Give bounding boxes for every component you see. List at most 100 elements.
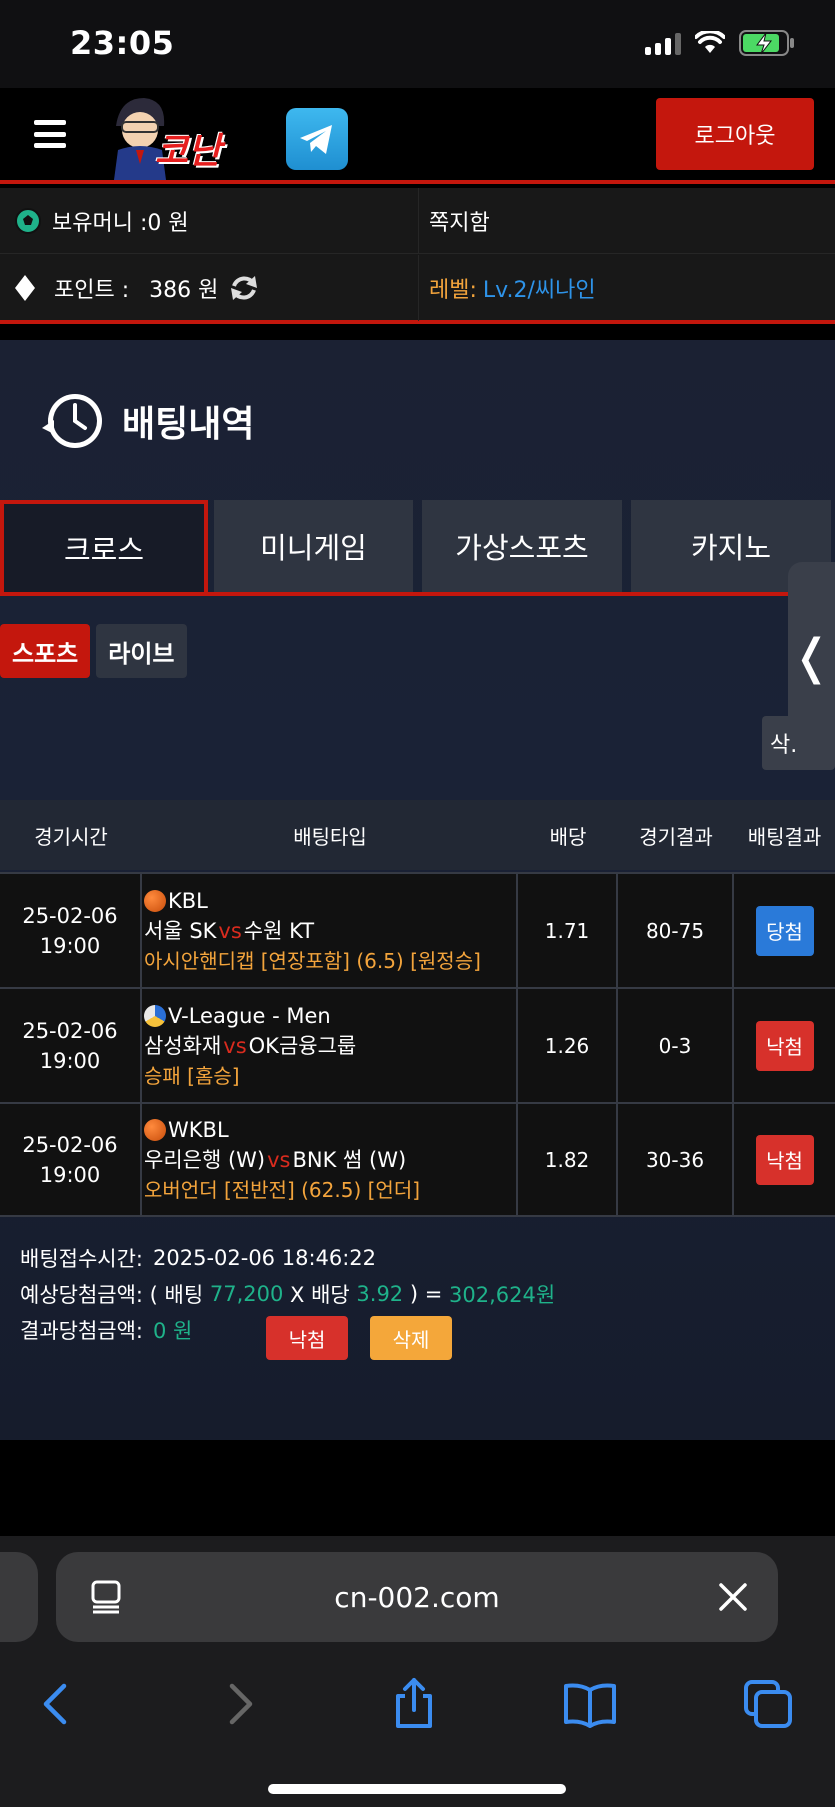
match-time: 19:00	[39, 1162, 101, 1187]
soccer-ball-icon	[15, 207, 41, 234]
table-row: 25-02-06 19:00 V-League - Men 삼성화재 vs OK금융…	[0, 987, 835, 1102]
close-icon[interactable]	[716, 1580, 750, 1614]
score-cell: 80-75	[618, 874, 734, 987]
page-header: 배팅내역	[42, 386, 254, 456]
column-header-odds: 배당	[549, 824, 587, 849]
vs-label: vs	[218, 918, 242, 943]
odds-label: X 배당	[283, 1283, 357, 1307]
logo-text: 코난	[155, 131, 222, 172]
level-cell: 레벨: Lv.2/씨나인	[418, 255, 835, 321]
bet-time-line: 배팅접수시간: 2025-02-06 18:46:22	[20, 1240, 820, 1276]
league-line: KBL	[144, 886, 208, 916]
info-row: 보유머니 :0 원 쪽지함	[0, 188, 835, 254]
forward-arrow-icon[interactable]	[210, 1676, 266, 1732]
expected-prefix: 예상당첨금액: ( 배팅	[20, 1283, 210, 1307]
result-badge-lose: 낙첨	[755, 1134, 814, 1185]
bet-time-label: 배팅접수시간:	[20, 1247, 143, 1271]
tab-virtual-sports[interactable]: 가상스포츠	[422, 500, 622, 592]
matchup-line: 삼성화재 vs OK금융그룹	[144, 1031, 356, 1061]
delete-selected-button[interactable]: 삭.	[762, 716, 835, 770]
result-amount-label: 결과당첨금액:	[20, 1319, 143, 1343]
table-header: 경기시간 배팅타입 배당 경기결과 배팅결과	[0, 800, 835, 870]
browser-nav-row	[0, 1658, 835, 1748]
address-bar[interactable]: cn-002.com	[56, 1552, 778, 1642]
total-odds: 3.92	[356, 1282, 404, 1306]
points-cell: 포인트 : 386 원	[0, 255, 418, 321]
tab-cross[interactable]: 크로스	[0, 500, 208, 592]
bet-detail: 오버언더 [전반전] (62.5) [언더]	[144, 1177, 421, 1202]
match-date: 25-02-06	[22, 1018, 118, 1043]
bet-detail: 아시안핸디캡 [연장포함] (6.5) [원정승]	[144, 948, 481, 973]
home-indicator	[268, 1784, 566, 1794]
vs-label: vs	[267, 1147, 291, 1172]
telegram-icon	[300, 125, 332, 154]
basketball-icon	[144, 889, 166, 912]
previous-tab-preview[interactable]	[0, 1552, 38, 1642]
score-cell: 30-36	[618, 1104, 734, 1215]
matchup-line: 우리은행 (W) vs BNK 썸 (W)	[144, 1145, 406, 1175]
score-cell: 0-3	[618, 989, 734, 1102]
league-name: V-League - Men	[168, 1003, 331, 1028]
volleyball-icon	[144, 1004, 166, 1027]
url-text: cn-002.com	[334, 1580, 500, 1614]
info-row: 포인트 : 386 원 레벨: Lv.2/씨나인	[0, 255, 835, 321]
wifi-icon	[695, 31, 725, 53]
telegram-button[interactable]	[286, 108, 348, 170]
page-title: 배팅내역	[122, 404, 255, 445]
message-label: 쪽지함	[429, 210, 490, 236]
result-amount: 0 원	[153, 1319, 193, 1343]
odds-cell: 1.82	[518, 1104, 618, 1215]
subtab-live[interactable]: 라이브	[96, 624, 187, 678]
logout-button[interactable]: 로그아웃	[656, 98, 814, 170]
bet-type-cell: WKBL 우리은행 (W) vs BNK 썸 (W) 오버언더 [전반전] (62.…	[142, 1104, 518, 1215]
user-info-panel: 보유머니 :0 원 쪽지함 포인트 : 386 원 레벨: Lv.2/씨나인	[0, 188, 835, 324]
points-value: 386 원	[149, 278, 219, 303]
away-team: BNK 썸 (W)	[292, 1147, 407, 1172]
column-header-score: 경기결과	[639, 824, 713, 849]
home-team: 서울 SK	[144, 918, 217, 943]
refresh-icon[interactable]	[228, 272, 260, 304]
league-name: KBL	[168, 888, 208, 913]
bet-detail: 승패 [홈승]	[144, 1063, 240, 1088]
diamond-icon	[15, 275, 35, 301]
level-value: Lv.2/씨나인	[482, 278, 596, 303]
result-badge-lose: 낙첨	[755, 1020, 814, 1071]
bet-time-value: 2025-02-06 18:46:22	[153, 1246, 377, 1270]
home-team: 우리은행 (W)	[144, 1147, 266, 1172]
share-icon[interactable]	[386, 1676, 442, 1732]
result-cell: 낙첨	[734, 1104, 835, 1215]
table-row: 25-02-06 19:00 WKBL 우리은행 (W) vs BNK 썸 (W) …	[0, 1102, 835, 1217]
lose-status-button[interactable]: 낙첨	[266, 1316, 348, 1360]
column-header-bet-type: 배팅타입	[293, 824, 367, 849]
message-box-link[interactable]: 쪽지함	[418, 188, 835, 253]
away-team: OK금융그룹	[248, 1033, 357, 1058]
bet-type-cell: KBL 서울 SK vs 수원 KT 아시안핸디캡 [연장포함] (6.5) [원정…	[142, 874, 518, 987]
money-cell: 보유머니 :0 원	[0, 188, 418, 253]
hamburger-menu-icon[interactable]	[34, 120, 66, 148]
bet-summary: 배팅접수시간: 2025-02-06 18:46:22 예상당첨금액: ( 배팅…	[20, 1240, 820, 1360]
expected-amount: 302,624원	[449, 1283, 556, 1307]
site-header: 코난 로그아웃	[0, 88, 835, 184]
delete-bet-button[interactable]: 삭제	[370, 1316, 452, 1360]
tabs-icon[interactable]	[740, 1676, 796, 1732]
bet-type-cell: V-League - Men 삼성화재 vs OK금융그룹 승패 [홈승]	[142, 989, 518, 1102]
league-name: WKBL	[168, 1117, 229, 1142]
match-date: 25-02-06	[22, 1132, 118, 1157]
league-line: V-League - Men	[144, 1001, 331, 1031]
table-row: 25-02-06 19:00 KBL 서울 SK vs 수원 KT 아시안핸디캡 […	[0, 872, 835, 987]
match-date: 25-02-06	[22, 903, 118, 928]
main-content: 배팅내역 크로스 미니게임 가상스포츠 카지노 스포츠 라이브 ❬ 삭. 경기시…	[0, 340, 835, 1440]
expected-win-line: 예상당첨금액: ( 배팅 77,200 X 배당 3.92 ) = 302,62…	[20, 1276, 820, 1312]
match-time: 19:00	[39, 933, 101, 958]
back-arrow-icon[interactable]	[30, 1676, 86, 1732]
result-cell: 당첨	[734, 874, 835, 987]
match-time-cell: 25-02-06 19:00	[0, 874, 142, 987]
status-bar: 23:05	[0, 0, 835, 88]
column-header-result: 배팅결과	[747, 824, 822, 849]
history-clock-icon	[42, 394, 102, 448]
site-logo[interactable]: 코난	[110, 92, 260, 180]
bookmarks-icon[interactable]	[562, 1676, 618, 1732]
tab-minigame[interactable]: 미니게임	[214, 500, 413, 592]
odds-cell: 1.71	[518, 874, 618, 987]
subtab-sports[interactable]: 스포츠	[0, 624, 91, 678]
